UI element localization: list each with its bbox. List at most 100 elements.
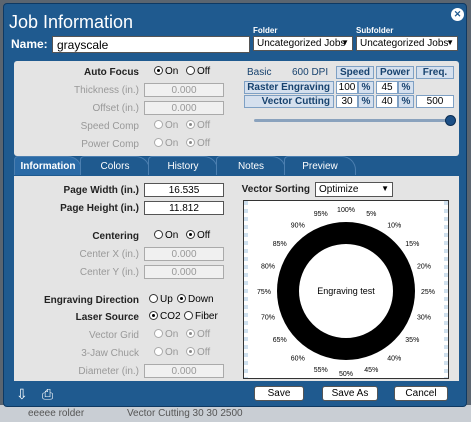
printer-icon[interactable]: ⎙ xyxy=(42,386,53,403)
offset-field[interactable]: 0.000 xyxy=(144,101,224,115)
engraving-preview: Engraving test 100% 5% 10% 15% 20% 25% 30% 35% 4… xyxy=(243,200,449,379)
ring-label: 10% xyxy=(387,223,401,230)
vector-grid-on-radio[interactable]: On xyxy=(154,329,178,340)
ring-label: 45% xyxy=(364,367,378,374)
centering-label: Centering xyxy=(92,231,139,242)
subfolder-label: Subfolder xyxy=(356,26,394,35)
thickness-field[interactable]: 0.000 xyxy=(144,83,224,97)
tab-colors[interactable]: Colors xyxy=(80,156,150,175)
speed-comp-off-radio[interactable]: Off xyxy=(186,120,210,131)
percent-unit: % xyxy=(398,81,414,94)
folder-select[interactable]: Uncategorized Jobs ▼ xyxy=(253,36,353,51)
close-icon[interactable]: ✕ xyxy=(451,8,464,21)
page-width-field[interactable]: 16.535 xyxy=(144,183,224,197)
centering-off-radio[interactable]: Off xyxy=(186,230,210,241)
laser-co2-radio[interactable]: CO2 xyxy=(149,311,181,322)
background-text-right: Vector Cutting 30 30 2500 xyxy=(126,408,243,419)
subfolder-value: Uncategorized Jobs xyxy=(360,38,449,49)
thickness-label: Thickness (in.) xyxy=(73,85,139,96)
tab-history[interactable]: History xyxy=(148,156,218,175)
cancel-button[interactable]: Cancel xyxy=(394,386,448,401)
ring-label: 90% xyxy=(291,223,305,230)
ring-label: 75% xyxy=(257,289,271,296)
diameter-field[interactable]: 0.000 xyxy=(144,364,224,378)
center-x-label: Center X (in.) xyxy=(79,249,139,260)
background-window-strip: eeeee rolder Vector Cutting 30 30 2500 xyxy=(0,405,471,422)
information-panel: Page Width (in.) 16.535 Page Height (in.… xyxy=(14,176,459,381)
import-icon[interactable]: ⇩ xyxy=(16,386,28,403)
center-x-field[interactable]: 0.000 xyxy=(144,247,224,261)
power-comp-on-radio[interactable]: On xyxy=(154,138,178,149)
folder-label: Folder xyxy=(253,26,278,35)
background-text-left: eeeee rolder xyxy=(28,408,85,419)
three-jaw-on-radio[interactable]: On xyxy=(154,347,178,358)
ring-label: 85% xyxy=(273,241,287,248)
tab-information[interactable]: Information xyxy=(14,156,82,175)
ring-label: 65% xyxy=(273,337,287,344)
vector-speed-field[interactable]: 30 xyxy=(336,95,358,108)
page-height-field[interactable]: 11.812 xyxy=(144,201,224,215)
ring-label: 50% xyxy=(339,371,353,378)
ring-label: 100% xyxy=(337,207,355,214)
chevron-down-icon: ▼ xyxy=(341,38,349,47)
save-as-button[interactable]: Save As xyxy=(322,386,378,401)
raster-power-field[interactable]: 45 xyxy=(376,81,398,94)
dialog-title: Job Information xyxy=(9,12,134,32)
mode-label: Basic xyxy=(247,67,272,78)
folder-value: Uncategorized Jobs xyxy=(257,38,346,49)
vector-freq-field[interactable]: 500 xyxy=(416,95,454,108)
power-slider-track[interactable] xyxy=(254,119,450,122)
direction-up-radio[interactable]: Up xyxy=(149,294,173,305)
ring-label: 80% xyxy=(261,264,275,271)
chevron-down-icon: ▼ xyxy=(446,38,454,47)
laser-fiber-radio[interactable]: Fiber xyxy=(184,311,218,322)
dpi-label: 600 DPI xyxy=(292,67,329,78)
auto-focus-on-radio[interactable]: On xyxy=(154,66,178,77)
ring-label: 70% xyxy=(261,314,275,321)
diameter-label: Diameter (in.) xyxy=(78,366,139,377)
percent-unit: % xyxy=(358,81,374,94)
ring-label: 25% xyxy=(421,289,435,296)
power-comp-off-radio[interactable]: Off xyxy=(186,138,210,149)
centering-on-radio[interactable]: On xyxy=(154,230,178,241)
auto-focus-off-radio[interactable]: Off xyxy=(186,66,210,77)
vector-power-field[interactable]: 40 xyxy=(376,95,398,108)
ring-label: 15% xyxy=(405,241,419,248)
percent-unit: % xyxy=(398,95,414,108)
vector-grid-label: Vector Grid xyxy=(88,330,139,341)
raster-engraving-label: Raster Engraving xyxy=(244,81,334,94)
page-width-label: Page Width (in.) xyxy=(63,185,139,196)
ring-label: 55% xyxy=(314,367,328,374)
power-slider-handle[interactable] xyxy=(445,115,456,126)
vector-sorting-label: Vector Sorting xyxy=(241,184,310,195)
vector-grid-off-radio[interactable]: Off xyxy=(186,329,210,340)
three-jaw-off-radio[interactable]: Off xyxy=(186,347,210,358)
raster-speed-field[interactable]: 100 xyxy=(336,81,358,94)
ring-label: 40% xyxy=(387,355,401,362)
ring-label: 30% xyxy=(417,314,431,321)
direction-down-radio[interactable]: Down xyxy=(177,294,214,305)
power-comp-label: Power Comp xyxy=(81,139,139,150)
power-header: Power xyxy=(376,66,414,79)
name-label: Name: xyxy=(11,37,48,51)
ring-label: 35% xyxy=(405,337,419,344)
tab-bar: Information Colors History Notes Preview xyxy=(14,156,459,176)
chevron-down-icon: ▼ xyxy=(381,184,389,193)
engraving-direction-label: Engraving Direction xyxy=(43,295,139,306)
tab-preview[interactable]: Preview xyxy=(284,156,356,175)
tab-notes[interactable]: Notes xyxy=(216,156,286,175)
offset-label: Offset (in.) xyxy=(92,103,140,114)
ring-label: 95% xyxy=(314,211,328,218)
settings-panel: Auto Focus On Off Thickness (in.) 0.000 … xyxy=(14,61,459,156)
save-button[interactable]: Save xyxy=(254,386,304,401)
center-y-label: Center Y (in.) xyxy=(79,267,139,278)
freq-header: Freq. xyxy=(416,66,454,79)
speed-header: Speed xyxy=(336,66,374,79)
name-input[interactable]: grayscale xyxy=(52,36,250,53)
subfolder-select[interactable]: Uncategorized Jobs ▼ xyxy=(356,36,458,51)
vector-sorting-select[interactable]: Optimize ▼ xyxy=(315,182,393,197)
speed-comp-on-radio[interactable]: On xyxy=(154,120,178,131)
ring-label: 60% xyxy=(291,355,305,362)
center-y-field[interactable]: 0.000 xyxy=(144,265,224,279)
laser-source-label: Laser Source xyxy=(75,312,139,323)
